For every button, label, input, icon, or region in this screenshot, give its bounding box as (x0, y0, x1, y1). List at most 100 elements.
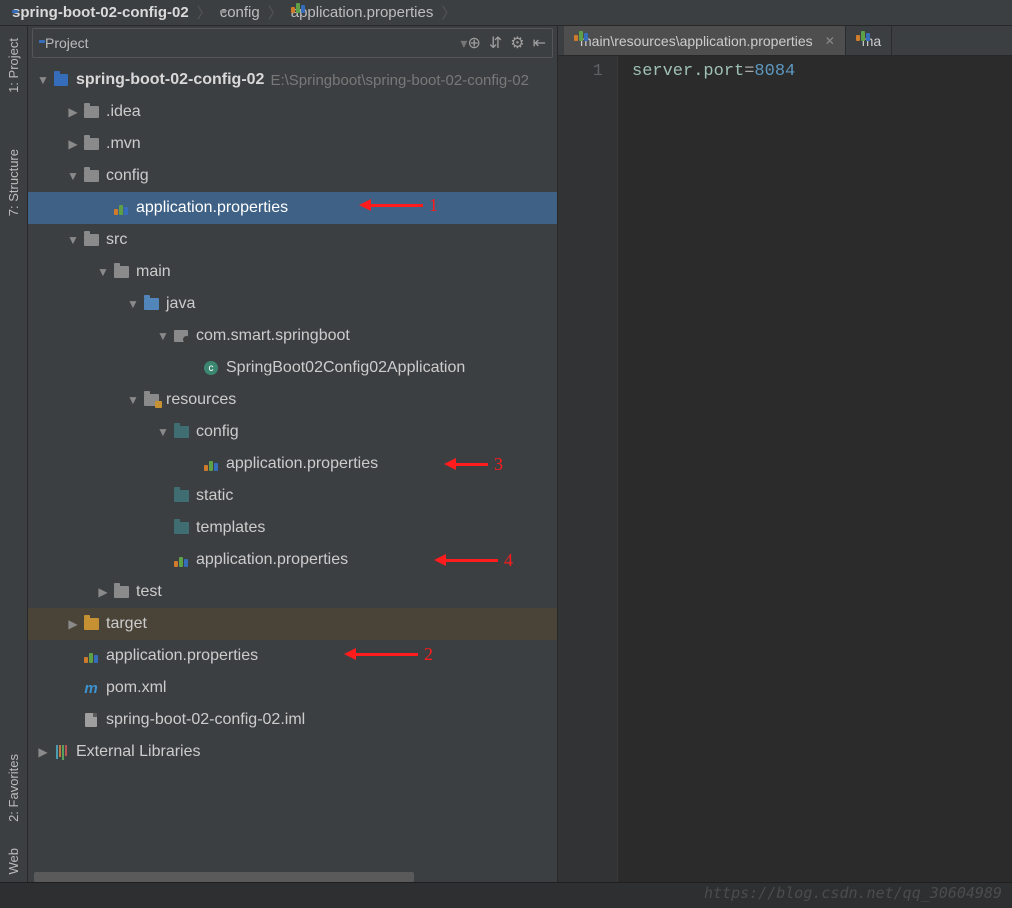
tree-label: java (166, 295, 195, 313)
tree-file-config-app[interactable]: application.properties (28, 192, 557, 224)
tree-root[interactable]: ▼ spring-boot-02-config-02 E:\Springboot… (28, 64, 557, 96)
resources-folder-icon (142, 391, 160, 409)
properties-icon (82, 647, 100, 665)
breadcrumb: spring-boot-02-config-02 〉 config 〉 appl… (0, 0, 1012, 26)
tree-label: pom.xml (106, 679, 166, 697)
breadcrumb-folder[interactable]: config (214, 0, 266, 25)
file-icon (82, 711, 100, 729)
chevron-right-icon: 〉 (266, 2, 285, 23)
tool-window-bar-left: 1: Project 7: Structure 2: Favorites Web (0, 26, 28, 882)
class-icon: c (202, 359, 220, 377)
maven-icon: m (82, 679, 100, 697)
editor-tab-label: main\resources\application.properties (580, 33, 813, 49)
folder-icon (82, 231, 100, 249)
code-key: server.port (632, 62, 744, 81)
tree-folder-res-config[interactable]: ▼ config (28, 416, 557, 448)
tree-file-iml[interactable]: spring-boot-02-config-02.iml (28, 704, 557, 736)
folder-icon (82, 167, 100, 185)
folder-icon (82, 103, 100, 121)
breadcrumb-label: config (220, 4, 260, 21)
tool-tab-project[interactable]: 1: Project (4, 30, 23, 101)
tree-folder-idea[interactable]: ▶ .idea (28, 96, 557, 128)
tree-label: .mvn (106, 135, 141, 153)
breadcrumb-label: application.properties (291, 4, 434, 21)
tree-label: application.properties (196, 551, 348, 569)
tree-label: config (196, 423, 239, 441)
tree-label: resources (166, 391, 236, 409)
tree-folder-mvn[interactable]: ▶ .mvn (28, 128, 557, 160)
tree-folder-resources[interactable]: ▼ resources (28, 384, 557, 416)
tree-label: target (106, 615, 147, 633)
project-tool-window: Project ▾ ⊕ ⇵ ⚙ ⇤ ▼ spring-boot-02-confi… (28, 26, 558, 882)
editor-panel: main\resources\application.properties ✕ … (558, 26, 1012, 882)
close-icon[interactable]: ✕ (825, 34, 835, 48)
tree-root-path: E:\Springboot\spring-boot-02-config-02 (270, 72, 529, 89)
editor-tab[interactable]: ma (846, 26, 892, 55)
source-folder-icon (142, 295, 160, 313)
excluded-folder-icon (82, 615, 100, 633)
tree-file-res-config-app[interactable]: application.properties (28, 448, 557, 480)
tree-class[interactable]: c SpringBoot02Config02Application (28, 352, 557, 384)
tree-folder-target[interactable]: ▶ target (28, 608, 557, 640)
tree-label: config (106, 167, 149, 185)
tool-tab-structure[interactable]: 7: Structure (4, 141, 23, 224)
code-value: 8084 (754, 62, 795, 81)
tree-folder-src[interactable]: ▼ src (28, 224, 557, 256)
line-number-gutter: 1 (558, 56, 618, 882)
editor-body[interactable]: 1 server.port=8084 (558, 56, 1012, 882)
tool-tab-label: Web (6, 848, 21, 875)
libraries-icon (52, 743, 70, 761)
watermark: https://blog.csdn.net/qq_30604989 (704, 884, 1002, 902)
breadcrumb-project[interactable]: spring-boot-02-config-02 (6, 0, 195, 25)
tree-label: templates (196, 519, 265, 537)
folder-icon (172, 519, 190, 537)
tree-label: SpringBoot02Config02Application (226, 359, 465, 377)
tree-label: main (136, 263, 171, 281)
project-tree: ▼ spring-boot-02-config-02 E:\Springboot… (28, 60, 557, 882)
editor-tab-active[interactable]: main\resources\application.properties ✕ (564, 26, 846, 55)
tree-folder-test[interactable]: ▶ test (28, 576, 557, 608)
tree-package[interactable]: ▼ com.smart.springboot (28, 320, 557, 352)
tree-file-pom[interactable]: m pom.xml (28, 672, 557, 704)
locate-icon[interactable]: ⊕ (467, 33, 480, 53)
chevron-right-icon: 〉 (195, 2, 214, 23)
tree-label: application.properties (226, 455, 378, 473)
tool-tab-favorites[interactable]: 2: Favorites (4, 746, 23, 830)
dropdown-chevron-icon: ▾ (460, 35, 467, 52)
line-number: 1 (558, 62, 603, 81)
properties-icon (172, 551, 190, 569)
project-panel-title: Project (45, 35, 89, 51)
code-op: = (744, 62, 754, 81)
tree-file-res-app[interactable]: application.properties (28, 544, 557, 576)
tree-label: static (196, 487, 233, 505)
gear-icon[interactable]: ⚙ (510, 33, 524, 53)
editor-tabs: main\resources\application.properties ✕ … (558, 26, 1012, 56)
project-panel-header[interactable]: Project ▾ ⊕ ⇵ ⚙ ⇤ (32, 28, 553, 58)
tool-tab-web[interactable]: Web (4, 840, 23, 883)
tree-folder-config[interactable]: ▼ config (28, 160, 557, 192)
chevron-right-icon: 〉 (439, 2, 458, 23)
code-area[interactable]: server.port=8084 (618, 56, 1012, 882)
tree-label: spring-boot-02-config-02.iml (106, 711, 305, 729)
tree-folder-static[interactable]: static (28, 480, 557, 512)
tree-external-libraries[interactable]: ▶ External Libraries (28, 736, 557, 768)
tool-tab-label: 7: Structure (6, 149, 21, 216)
project-icon (52, 71, 70, 89)
tree-label: test (136, 583, 162, 601)
folder-icon (82, 135, 100, 153)
tool-tab-label: 2: Favorites (6, 754, 21, 822)
tree-label: External Libraries (76, 743, 201, 761)
tree-folder-main[interactable]: ▼ main (28, 256, 557, 288)
breadcrumb-label: spring-boot-02-config-02 (12, 4, 189, 21)
properties-icon (202, 455, 220, 473)
tree-file-root-app[interactable]: application.properties (28, 640, 557, 672)
hide-icon[interactable]: ⇤ (533, 33, 546, 53)
tree-folder-templates[interactable]: templates (28, 512, 557, 544)
tree-label: spring-boot-02-config-02 (76, 71, 264, 89)
tool-tab-label: 1: Project (6, 38, 21, 93)
collapse-icon[interactable]: ⇵ (489, 33, 502, 53)
tree-folder-java[interactable]: ▼ java (28, 288, 557, 320)
breadcrumb-file[interactable]: application.properties (285, 0, 440, 25)
horizontal-scrollbar[interactable] (34, 872, 414, 882)
tree-label: com.smart.springboot (196, 327, 350, 345)
